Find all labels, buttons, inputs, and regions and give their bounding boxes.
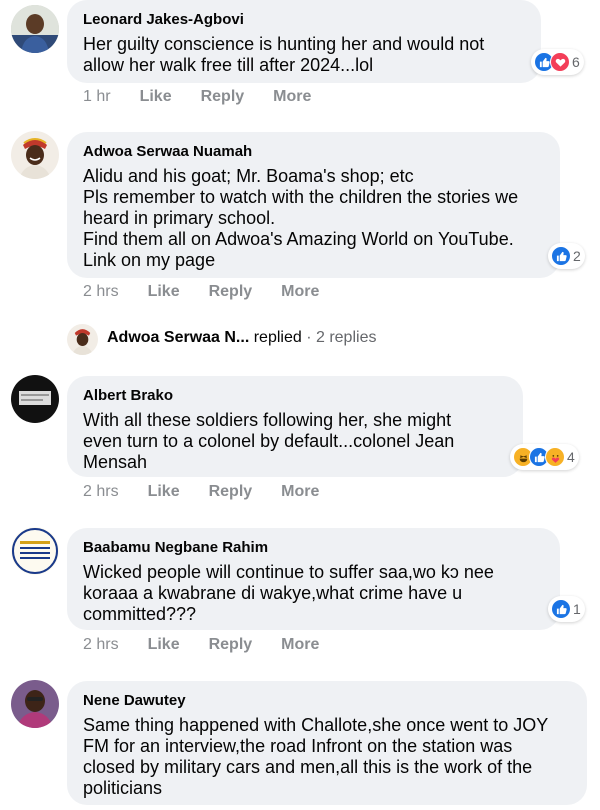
like-button[interactable]: Like [148,283,180,300]
profile-photo-icon [11,680,59,728]
more-button[interactable]: More [281,636,319,653]
reaction-summary[interactable]: 1 [548,596,585,622]
comment-timestamp[interactable]: 1 hr [83,88,111,105]
comment-text-line: heard in primary school. [83,208,276,228]
reaction-count: 2 [573,248,581,264]
comment-timestamp[interactable]: 2 hrs [83,283,119,300]
love-icon [550,52,570,72]
comment-text: Alidu and his goat; Mr. Boama's shop; et… [83,166,544,271]
more-button[interactable]: More [273,88,311,105]
reaction-summary[interactable]: 2 [548,243,585,269]
like-button[interactable]: Like [140,88,172,105]
reaction-summary[interactable]: 4 [510,444,579,470]
reply-button[interactable]: Reply [209,283,253,300]
comment-text-line: even turn to a colonel by default...colo… [83,431,455,451]
comment-author[interactable]: Leonard Jakes-Agbovi [83,11,525,29]
comment-text-line: Mensah [83,452,148,472]
comment-text-line: politicians [83,778,163,798]
more-button[interactable]: More [281,483,319,500]
reaction-summary[interactable]: 6 [531,49,584,75]
like-icon [551,246,571,266]
comment-text: Her guilty conscience is hunting her and… [83,34,525,76]
comment-text: Wicked people will continue to suffer sa… [83,562,544,625]
reaction-count: 6 [572,54,580,70]
profile-photo-icon [11,5,59,53]
comment-bubble: Albert Brako With all these soldiers fol… [67,376,523,477]
avatar[interactable] [11,527,59,575]
comment-actions: 1 hr Like Reply More [83,88,340,106]
comment-actions: 2 hrs Like Reply More [83,636,348,654]
reply-button[interactable]: Reply [209,636,253,653]
comment-timestamp[interactable]: 2 hrs [83,483,119,500]
like-button[interactable]: Like [148,483,180,500]
comment-actions: 2 hrs Like Reply More [83,483,348,501]
like-icon [551,599,571,619]
avatar[interactable] [11,680,59,728]
comment-bubble: Leonard Jakes-Agbovi Her guilty conscien… [67,0,541,83]
reply-author: Adwoa Serwaa N... [107,329,250,346]
profile-photo-icon [11,527,59,575]
comment-text-line: FM for an interview,the road Infront on … [83,736,513,756]
reply-verb: replied [253,329,302,346]
comment-bubble: Baabamu Negbane Rahim Wicked people will… [67,528,560,630]
comment-text-line: Her guilty conscience is hunting her and… [83,34,485,54]
profile-photo-icon [67,324,98,355]
comment-text-line: Wicked people will continue to suffer sa… [83,562,494,582]
comment-text: With all these soldiers following her, s… [83,410,507,473]
comment-text-line: Same thing happened with Challote,she on… [83,715,549,735]
comment-text-line: allow her walk free till after 2024...lo… [83,55,374,75]
comment-text-line: committed??? [83,604,197,624]
avatar[interactable] [11,5,59,53]
comment-bubble: Adwoa Serwaa Nuamah Alidu and his goat; … [67,132,560,278]
comment-text-line: Link on my page [83,250,216,270]
reply-count: 2 replies [315,329,377,346]
comment-author[interactable]: Baabamu Negbane Rahim [83,539,544,557]
comment-author[interactable]: Albert Brako [83,387,507,405]
reaction-count: 1 [573,601,581,617]
avatar[interactable] [11,375,59,423]
reply-avatar[interactable] [67,324,98,355]
more-button[interactable]: More [281,283,319,300]
view-replies-link[interactable]: Adwoa Serwaa N... replied · 2 replies [107,329,376,347]
comment-text-line: Alidu and his goat; Mr. Boama's shop; et… [83,166,414,186]
reply-button[interactable]: Reply [209,483,253,500]
reply-separator: · [306,329,312,346]
care-icon [545,447,565,467]
comment-timestamp[interactable]: 2 hrs [83,636,119,653]
comment-author[interactable]: Adwoa Serwaa Nuamah [83,143,544,161]
comment-text-line: koraaa a kwabrane di wakye,what crime ha… [83,583,463,603]
comment-text-line: Find them all on Adwoa's Amazing World o… [83,229,514,249]
comment-actions: 2 hrs Like Reply More [83,283,348,301]
reaction-count: 4 [567,449,575,465]
avatar[interactable] [11,131,59,179]
comment-text-line: closed by military cars and men,all this… [83,757,533,777]
comment-author[interactable]: Nene Dawutey [83,692,571,710]
comment-text-line: Pls remember to watch with the children … [83,187,519,207]
profile-photo-icon [11,131,59,179]
comment-text-line: With all these soldiers following her, s… [83,410,452,430]
comment-bubble: Nene Dawutey Same thing happened with Ch… [67,681,587,805]
reply-button[interactable]: Reply [201,88,245,105]
profile-photo-icon [11,375,59,423]
comment-text: Same thing happened with Challote,she on… [83,715,571,799]
like-button[interactable]: Like [148,636,180,653]
